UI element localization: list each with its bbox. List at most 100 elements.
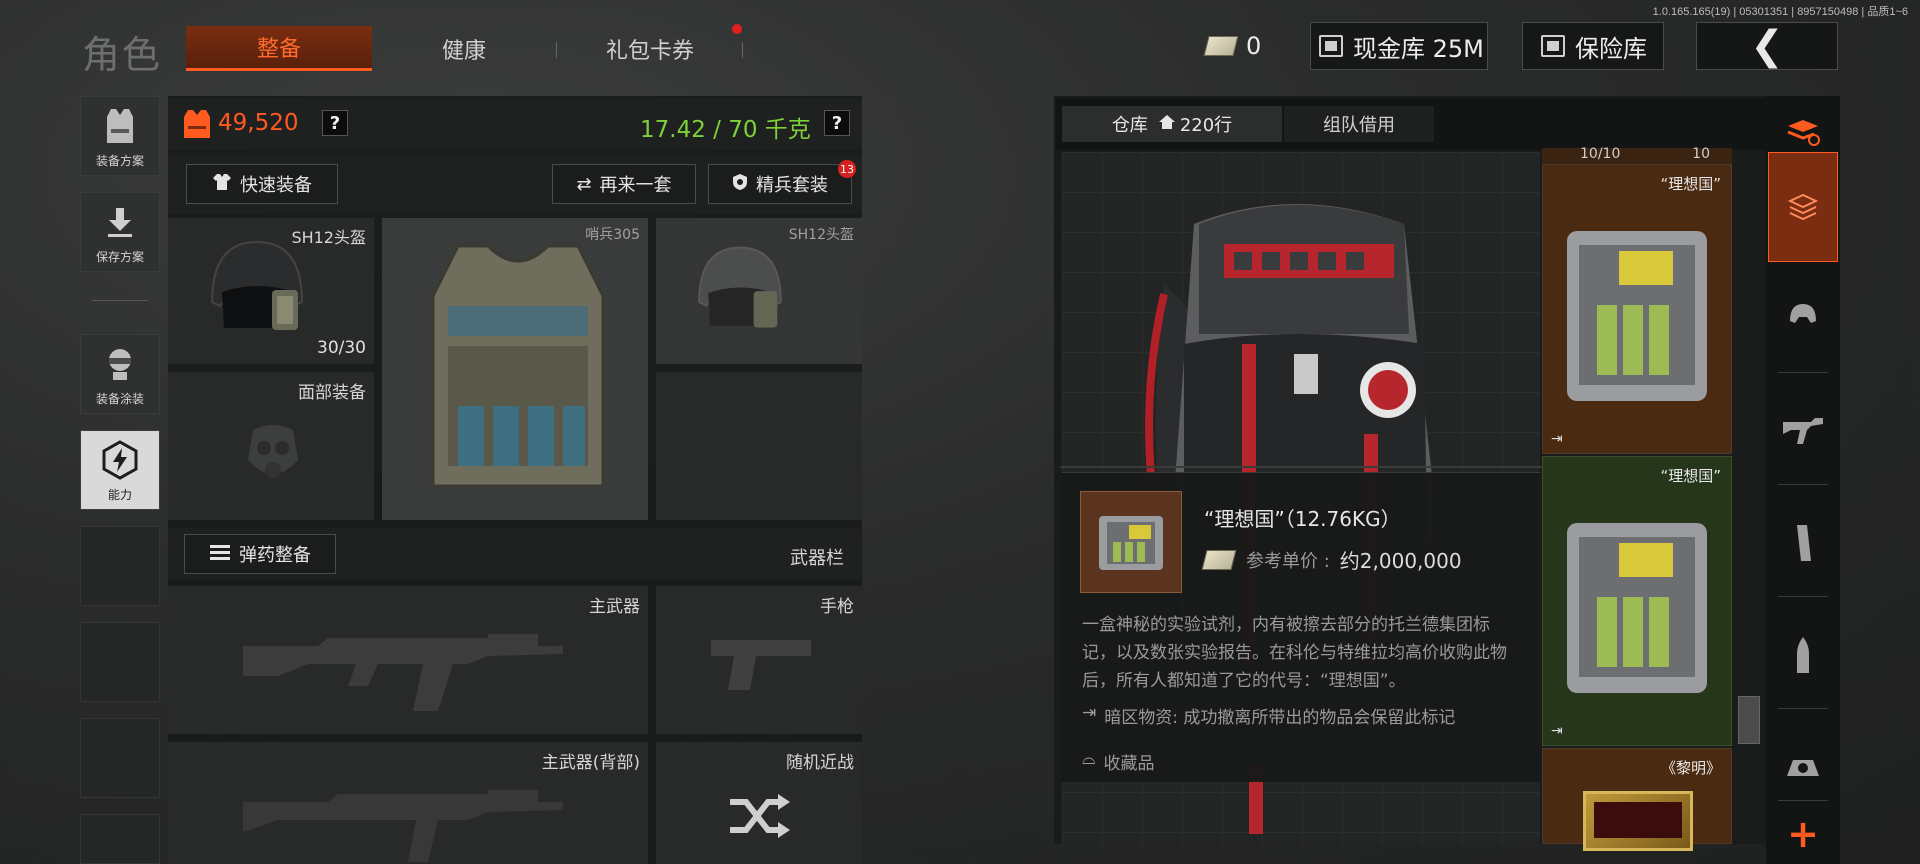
stack-icon[interactable]: [1768, 152, 1838, 262]
insurance-vault-button[interactable]: 保险库: [1522, 22, 1664, 70]
warehouse-rows: 220行: [1179, 115, 1233, 136]
helmet-image: [202, 232, 312, 356]
tooltip-item-thumb: [1080, 491, 1182, 593]
weapon-bar-label: 武器栏: [790, 548, 844, 569]
rail-empty-slot: [80, 622, 160, 702]
ammo-equip-label: 弹药整备: [239, 545, 311, 566]
ability-button[interactable]: 能力: [80, 430, 160, 510]
quick-equip-button[interactable]: 快速装备: [186, 164, 338, 204]
vest-slot[interactable]: 哨兵305: [382, 218, 648, 520]
armor-value: 49,520: [218, 110, 299, 136]
rail-empty-slot: [80, 814, 160, 864]
armor-vest-icon: [182, 108, 212, 144]
scrollbar-thumb[interactable]: [1738, 696, 1760, 744]
cash-vault-button[interactable]: 现金库 25M: [1310, 22, 1488, 70]
tab-team-borrow[interactable]: 组队借用: [1284, 106, 1434, 142]
face-gear-slot[interactable]: 面部装备: [168, 372, 374, 520]
magazine-icon[interactable]: [1768, 508, 1838, 578]
exit-mark-icon: ⇥: [1551, 431, 1563, 447]
weight-help-button[interactable]: ?: [824, 110, 850, 136]
exit-mark-icon: ⇥: [1551, 723, 1563, 739]
ammo-icon: [209, 543, 231, 566]
save-plan-label: 保存方案: [95, 250, 144, 264]
side-item-title: 《黎明》: [1660, 759, 1721, 777]
ability-label: 能力: [107, 488, 132, 502]
rail-divider: [1778, 372, 1828, 373]
tab-equip[interactable]: 整备: [186, 26, 372, 71]
elite-kit-button[interactable]: 精兵套装: [708, 164, 852, 204]
primary-weapon-slot[interactable]: 主武器: [168, 586, 648, 734]
tooltip-item-name: “理想国”（12.76KG）: [1204, 507, 1401, 531]
rail-empty-slot: [80, 526, 160, 606]
loadout-plan-button[interactable]: 装备方案: [80, 96, 160, 176]
safe-icon: [1541, 35, 1565, 57]
ability-icon: [100, 440, 140, 480]
helmet-skin-image: [690, 238, 790, 352]
side-item-idealism-1[interactable]: “理想国” ⇥: [1542, 164, 1732, 454]
tooltip-price: 参考单价 : 约2,000,000: [1201, 545, 1462, 574]
rail-divider: [1778, 484, 1828, 485]
helmet-skin-slot[interactable]: SH12头盔: [656, 218, 862, 364]
save-plan-button[interactable]: 保存方案: [80, 192, 160, 272]
home-icon: [1158, 114, 1176, 135]
case-image: [1559, 513, 1717, 707]
equipment-skin-label: 装备涂装: [95, 392, 144, 406]
rail-divider: [1778, 596, 1828, 597]
tab-divider: [742, 42, 743, 58]
dark-zone-note: ⇥ 暗区物资: 成功撤离所带出的物品会保留此标记: [1082, 703, 1455, 728]
tab-warehouse[interactable]: 仓库 220行: [1062, 106, 1282, 142]
tooltip-description: 一盒神秘的实验试剂，内有被擦去部分的托兰德集团标记，以及数张实验报告。在科伦与特…: [1082, 615, 1507, 691]
side-item-title: “理想国”: [1660, 175, 1721, 193]
equipment-skin-button[interactable]: 装备涂装: [80, 334, 160, 414]
side-item-dawn[interactable]: 《黎明》: [1542, 748, 1732, 851]
scope-icon[interactable]: [1768, 732, 1838, 802]
again-button[interactable]: ⇄ 再来一套: [552, 164, 696, 204]
ammo-equip-button[interactable]: 弹药整备: [184, 534, 336, 574]
helmet-slot[interactable]: SH12头盔 30/30: [168, 218, 374, 364]
warehouse-tab-label: 仓库: [1111, 115, 1148, 136]
notification-dot: [732, 24, 742, 34]
melee-label: 随机近战: [786, 753, 854, 773]
rifle-icon[interactable]: [1768, 396, 1838, 466]
side-item-counts: 10/10 10: [1542, 146, 1732, 164]
shirt-icon: [212, 173, 232, 196]
item-tooltip: “理想国”（12.76KG） 参考单价 : 约2,000,000 一盒神秘的实验…: [1062, 472, 1540, 782]
collectible-text: 收藏品: [1103, 754, 1155, 774]
rail-divider: [1778, 708, 1828, 709]
price-label: 参考单价 :: [1246, 550, 1330, 572]
shield-icon: [732, 173, 748, 196]
download-icon: [100, 202, 140, 242]
dark-zone-text: 暗区物资: 成功撤离所带出的物品会保留此标记: [1104, 708, 1456, 728]
collectible-tag: ⌓ 收藏品: [1082, 749, 1154, 774]
add-icon[interactable]: +: [1768, 806, 1838, 862]
back-weapon-slot[interactable]: 主武器(背部): [168, 742, 648, 864]
rifle-silhouette-icon: [238, 616, 568, 720]
tab-health[interactable]: 健康: [384, 26, 544, 71]
gas-mask-icon: [238, 420, 308, 494]
pistol-slot[interactable]: 手枪: [656, 586, 862, 734]
price-value: 约2,000,000: [1339, 549, 1462, 573]
exit-mark-icon: ⇥: [1082, 703, 1097, 723]
empty-gear-slot[interactable]: [656, 372, 862, 520]
back-button[interactable]: ❮: [1696, 22, 1838, 70]
again-label: 再来一套: [599, 175, 672, 196]
vault-icon: [1319, 35, 1343, 57]
armor-help-button[interactable]: ?: [322, 110, 348, 136]
helmet-icon[interactable]: [1768, 280, 1838, 350]
tab-gift-coupons[interactable]: 礼包卡券: [570, 26, 730, 71]
primary-weapon-label: 主武器: [589, 597, 640, 617]
quick-equip-label: 快速装备: [240, 175, 312, 196]
side-item-title: “理想国”: [1660, 467, 1721, 485]
version-text: 1.0.165.165(19) | 05301351 | 8957150498 …: [1652, 6, 1908, 18]
grid-divider: [1060, 466, 1542, 468]
side-item-idealism-2[interactable]: “理想国” ⇥: [1542, 456, 1732, 746]
insurance-label: 保险库: [1575, 34, 1647, 63]
rail-divider: [1778, 800, 1828, 801]
paint-icon: [100, 344, 140, 384]
cash-vault-label: 现金库 25M: [1353, 34, 1484, 63]
bullet-icon[interactable]: [1768, 620, 1838, 690]
cash-count: 0: [1246, 32, 1262, 60]
pistol-label: 手枪: [820, 597, 854, 617]
cash-icon: [1203, 36, 1239, 56]
melee-slot[interactable]: 随机近战: [656, 742, 862, 864]
